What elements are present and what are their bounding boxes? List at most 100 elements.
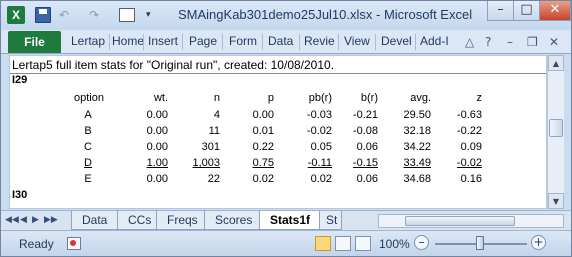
tab-page[interactable]: Page — [189, 34, 217, 48]
cell-z[interactable]: -0.63 — [432, 109, 482, 121]
stats-caption: Lertap5 full item stats for "Original ru… — [12, 58, 335, 72]
last-sheet-icon[interactable]: ▶▶ — [44, 215, 58, 225]
cell-br[interactable]: -0.08 — [328, 125, 378, 137]
cell-pbr[interactable]: -0.11 — [282, 157, 332, 169]
worksheet-grid[interactable]: Lertap5 full item stats for "Original ru… — [9, 55, 547, 209]
minimize-button[interactable]: – — [487, 1, 514, 21]
sheet-tab-scores[interactable]: Scores — [204, 211, 264, 230]
tab-view[interactable]: View — [344, 34, 370, 48]
cell-br[interactable]: 0.06 — [328, 141, 378, 153]
horizontal-scroll-thumb[interactable] — [405, 216, 515, 226]
tab-separator — [222, 34, 223, 50]
cell-wt[interactable]: 0.00 — [128, 173, 168, 185]
workbook-restore-icon[interactable]: ❐ — [527, 35, 538, 49]
minimize-ribbon-icon[interactable]: △ — [465, 35, 474, 49]
tab-developer[interactable]: Devel — [381, 34, 412, 48]
cell-p[interactable]: 0.01 — [234, 125, 274, 137]
tab-review[interactable]: Revie — [304, 34, 335, 48]
cell-avg[interactable]: 32.18 — [376, 125, 431, 137]
tab-file[interactable]: File — [8, 31, 61, 53]
caption-divider — [10, 73, 546, 74]
save-icon[interactable] — [35, 7, 51, 23]
maximize-button[interactable]: □ — [513, 1, 540, 21]
cell-option[interactable]: D — [74, 157, 102, 169]
quick-access-dropdown-icon[interactable]: ▾ — [146, 7, 151, 23]
status-ready: Ready — [19, 237, 54, 251]
tab-insert[interactable]: Insert — [148, 34, 178, 48]
vertical-scrollbar[interactable]: ▲ ▼ — [547, 55, 564, 209]
cell-p[interactable]: 0.00 — [234, 109, 274, 121]
first-sheet-icon[interactable]: ◀◀ — [5, 215, 19, 225]
cell-n[interactable]: 11 — [180, 125, 220, 137]
tab-add-ins[interactable]: Add-I — [420, 34, 449, 48]
cell-p[interactable]: 0.02 — [234, 173, 274, 185]
cell-wt[interactable]: 0.00 — [128, 141, 168, 153]
col-header-wt: wt. — [153, 92, 168, 104]
tab-separator — [109, 34, 110, 50]
cell-n[interactable]: 22 — [180, 173, 220, 185]
undo-icon[interactable]: ↶ — [59, 7, 69, 23]
redo-icon[interactable]: ↷ — [89, 7, 99, 23]
cell-avg[interactable]: 29.50 — [376, 109, 431, 121]
record-macro-icon[interactable] — [67, 237, 81, 250]
scroll-down-icon[interactable]: ▼ — [548, 193, 564, 209]
form-icon[interactable] — [119, 8, 135, 22]
cell-p[interactable]: 0.75 — [234, 157, 274, 169]
sheet-tab-st[interactable]: St — [319, 211, 343, 230]
cell-pbr[interactable]: -0.03 — [282, 109, 332, 121]
cell-n[interactable]: 4 — [180, 109, 220, 121]
next-sheet-icon[interactable]: ▶ — [32, 215, 39, 225]
cell-z[interactable]: 0.16 — [432, 173, 482, 185]
cell-avg[interactable]: 34.68 — [376, 173, 431, 185]
cell-pbr[interactable]: -0.02 — [282, 125, 332, 137]
page-break-view-icon[interactable] — [355, 236, 371, 251]
zoom-in-button[interactable]: + — [531, 235, 546, 250]
page-layout-view-icon[interactable] — [335, 236, 351, 251]
zoom-level[interactable]: 100% — [379, 237, 410, 251]
horizontal-scrollbar[interactable] — [378, 214, 564, 228]
cell-z[interactable]: 0.09 — [432, 141, 482, 153]
tab-separator — [375, 34, 376, 50]
cell-wt[interactable]: 0.00 — [128, 125, 168, 137]
zoom-out-button[interactable]: – — [414, 235, 429, 250]
cell-z[interactable]: -0.02 — [432, 157, 482, 169]
cell-p[interactable]: 0.22 — [234, 141, 274, 153]
scroll-up-icon[interactable]: ▲ — [548, 55, 564, 71]
tab-form[interactable]: Form — [229, 34, 257, 48]
cell-z[interactable]: -0.22 — [432, 125, 482, 137]
help-icon[interactable]: ? — [485, 35, 491, 49]
status-bar: Ready 100% – + — [1, 230, 571, 256]
cell-option[interactable]: C — [74, 141, 102, 153]
sheet-tab-data[interactable]: Data — [71, 211, 119, 230]
cell-avg[interactable]: 33.49 — [376, 157, 431, 169]
normal-view-icon[interactable] — [315, 236, 331, 251]
excel-logo-icon[interactable]: X — [7, 6, 25, 24]
cell-avg[interactable]: 34.22 — [376, 141, 431, 153]
tab-lertap[interactable]: Lertap — [71, 34, 105, 48]
close-button[interactable]: ✕ — [539, 1, 571, 21]
cell-option[interactable]: B — [74, 125, 102, 137]
tab-home[interactable]: Home — [112, 34, 144, 48]
cell-wt[interactable]: 0.00 — [128, 109, 168, 121]
cell-pbr[interactable]: 0.05 — [282, 141, 332, 153]
cell-br[interactable]: -0.15 — [328, 157, 378, 169]
cell-pbr[interactable]: 0.02 — [282, 173, 332, 185]
col-header-n: n — [213, 92, 220, 104]
vertical-scroll-thumb[interactable] — [549, 119, 563, 137]
cell-br[interactable]: 0.06 — [328, 173, 378, 185]
cell-wt[interactable]: 1.00 — [128, 157, 168, 169]
cell-option[interactable]: E — [74, 173, 102, 185]
tab-data[interactable]: Data — [268, 34, 293, 48]
workbook-close-icon[interactable]: ✕ — [549, 35, 559, 49]
workbook-minimize-icon[interactable]: – — [507, 35, 513, 49]
sheet-tab-stats1f[interactable]: Stats1f — [259, 211, 322, 230]
cell-n[interactable]: 1,003 — [180, 157, 220, 169]
prev-sheet-icon[interactable]: ◀ — [20, 215, 27, 225]
tab-separator — [299, 34, 300, 50]
cell-option[interactable]: A — [74, 109, 102, 121]
cell-br[interactable]: -0.21 — [328, 109, 378, 121]
zoom-slider-thumb[interactable] — [476, 236, 484, 250]
col-header-z: z — [476, 92, 483, 104]
cell-n[interactable]: 301 — [180, 141, 220, 153]
sheet-tab-freqs[interactable]: Freqs — [156, 211, 209, 230]
